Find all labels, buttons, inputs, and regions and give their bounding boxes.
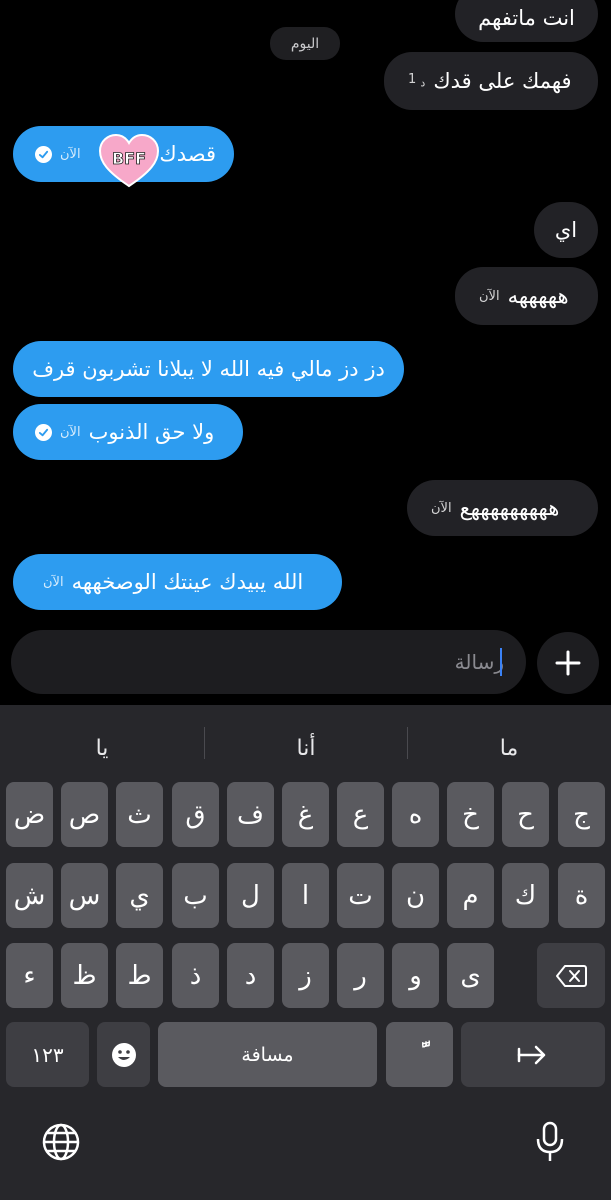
key-ghain[interactable]: غ xyxy=(282,782,329,847)
numbers-key[interactable]: ١٢٣ xyxy=(6,1022,89,1087)
message-time: الآن xyxy=(60,424,81,440)
message-time: الآن xyxy=(43,574,64,590)
incoming-message[interactable]: انت ماتفهم xyxy=(455,0,598,42)
key-ya[interactable]: ي xyxy=(116,863,163,928)
incoming-message[interactable]: الآن هههههه xyxy=(455,267,598,325)
incoming-message[interactable]: اي xyxy=(534,202,598,258)
key-ha[interactable]: ه xyxy=(392,782,439,847)
emoji-button[interactable] xyxy=(97,1022,150,1087)
key-ta[interactable]: ت xyxy=(337,863,384,928)
microphone-icon xyxy=(536,1121,564,1161)
suggestion-1[interactable]: ما xyxy=(407,723,611,773)
key-jim[interactable]: ج xyxy=(558,782,605,847)
key-dal[interactable]: د xyxy=(227,943,274,1008)
outgoing-message[interactable]: الآن ولا حق الذنوب xyxy=(13,404,243,460)
key-waw[interactable]: و xyxy=(392,943,439,1008)
language-button[interactable] xyxy=(38,1119,84,1165)
date-chip: اليوم xyxy=(270,27,340,60)
key-lam[interactable]: ل xyxy=(227,863,274,928)
suggestion-divider xyxy=(204,727,205,759)
text-caret xyxy=(500,648,502,676)
key-dha[interactable]: ظ xyxy=(61,943,108,1008)
message-text: الله يبيدك عينتك الوصخههه xyxy=(71,570,304,594)
key-ta-marbuta[interactable]: ة xyxy=(558,863,605,928)
backspace-button[interactable] xyxy=(537,943,605,1008)
message-text: ولا حق الذنوب xyxy=(88,420,215,444)
key-nun[interactable]: ن xyxy=(392,863,439,928)
sticker-label: BFF xyxy=(112,149,146,168)
incoming-message[interactable]: د 1 فهمك على قدك xyxy=(384,52,598,110)
key-ba[interactable]: ب xyxy=(172,863,219,928)
arrow-right-icon xyxy=(517,1045,546,1064)
message-text: دز دز مالي فيه الله لا يبلانا تشربون قرف xyxy=(32,357,385,381)
key-dad[interactable]: ض xyxy=(6,782,53,847)
emoji-icon xyxy=(111,1042,136,1067)
message-input[interactable] xyxy=(44,630,504,694)
outgoing-message[interactable]: دز دز مالي فيه الله لا يبلانا تشربون قرف xyxy=(13,341,404,397)
key-ain[interactable]: ع xyxy=(337,782,384,847)
enter-button[interactable] xyxy=(461,1022,605,1087)
key-zay[interactable]: ز xyxy=(282,943,329,1008)
message-text: اي xyxy=(554,218,578,242)
key-alif[interactable]: ا xyxy=(282,863,329,928)
read-check-icon xyxy=(35,423,52,441)
message-text: هههههههههع xyxy=(459,496,560,520)
key-sin[interactable]: س xyxy=(61,863,108,928)
read-check-icon xyxy=(35,145,52,163)
key-kaf[interactable]: ك xyxy=(502,863,549,928)
key-alif-maqsura[interactable]: ى xyxy=(447,943,494,1008)
outgoing-message[interactable]: الآن الله يبيدك عينتك الوصخههه xyxy=(13,554,342,610)
message-time: الآن xyxy=(60,146,81,162)
chat-area: انت ماتفهم اليوم د 1 فهمك على قدك الآن ق… xyxy=(0,0,611,705)
key-tta[interactable]: ط xyxy=(116,943,163,1008)
key-qaf[interactable]: ق xyxy=(172,782,219,847)
key-hamza[interactable]: ء xyxy=(6,943,53,1008)
key-shin[interactable]: ش xyxy=(6,863,53,928)
bff-heart-sticker: BFF xyxy=(98,134,160,188)
key-dhal[interactable]: ذ xyxy=(172,943,219,1008)
space-bar[interactable]: مسافة xyxy=(158,1022,377,1087)
globe-icon xyxy=(42,1123,80,1161)
message-time: الآن xyxy=(431,500,452,516)
key-ra[interactable]: ر xyxy=(337,943,384,1008)
key-tha[interactable]: ث xyxy=(116,782,163,847)
message-composer xyxy=(11,630,526,694)
key-fa[interactable]: ف xyxy=(227,782,274,847)
incoming-message[interactable]: الآن هههههههههع xyxy=(407,480,598,536)
key-hha[interactable]: ح xyxy=(502,782,549,847)
key-kha[interactable]: خ xyxy=(447,782,494,847)
suggestion-2[interactable]: أنا xyxy=(204,723,408,773)
message-time: الآن xyxy=(479,288,500,304)
plus-icon xyxy=(555,650,581,676)
key-sad[interactable]: ص xyxy=(61,782,108,847)
message-time: د 1 xyxy=(408,72,426,90)
add-attachment-button[interactable] xyxy=(537,632,599,694)
suggestion-3[interactable]: يا xyxy=(0,723,204,773)
message-text: انت ماتفهم xyxy=(478,6,575,30)
tanween-key[interactable]: ًّ xyxy=(386,1022,453,1087)
voice-input-button[interactable] xyxy=(530,1119,570,1165)
keyboard: ما أنا يا ض ص ث ق ف غ ع ه خ ح ج ش س ي ب … xyxy=(0,705,611,1200)
message-text: فهمك على قدك xyxy=(433,69,572,93)
backspace-icon xyxy=(556,964,587,987)
message-text: هههههه xyxy=(507,284,569,308)
key-mim[interactable]: م xyxy=(447,863,494,928)
